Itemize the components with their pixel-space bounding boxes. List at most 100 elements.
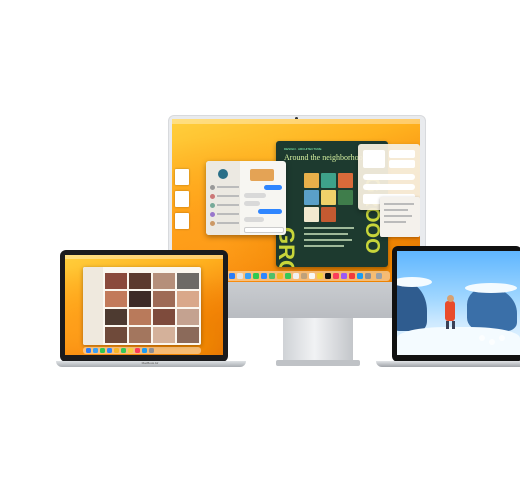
photo-thumbnail[interactable] bbox=[153, 309, 175, 325]
conversation-row[interactable] bbox=[210, 194, 240, 201]
photos-icon[interactable] bbox=[114, 348, 119, 353]
pattern-tile bbox=[321, 207, 336, 222]
news-title: Around the neighborhood bbox=[284, 153, 367, 162]
maps-icon[interactable] bbox=[269, 273, 275, 279]
text-line bbox=[217, 186, 239, 188]
text-line bbox=[384, 221, 406, 223]
photo-thumbnail[interactable] bbox=[105, 327, 127, 343]
stage-thumbnail[interactable] bbox=[175, 191, 189, 207]
settings-window[interactable] bbox=[380, 197, 420, 237]
pattern-tile bbox=[304, 190, 319, 205]
photo-thumbnail[interactable] bbox=[177, 327, 199, 343]
snow-ground bbox=[397, 327, 520, 355]
text-line bbox=[304, 239, 352, 241]
photo-thumbnail[interactable] bbox=[177, 309, 199, 325]
photos-window[interactable] bbox=[83, 267, 201, 345]
music-icon[interactable] bbox=[333, 273, 339, 279]
display-slider[interactable] bbox=[363, 174, 415, 180]
text-line bbox=[304, 227, 354, 229]
hud-button[interactable] bbox=[479, 335, 485, 341]
character-leg bbox=[446, 321, 449, 329]
received-bubble bbox=[244, 201, 260, 206]
photo-thumbnail[interactable] bbox=[177, 291, 199, 307]
sent-bubble bbox=[264, 185, 282, 190]
photo-thumbnail[interactable] bbox=[129, 327, 151, 343]
tv-icon[interactable] bbox=[325, 273, 331, 279]
pattern-tile bbox=[304, 207, 319, 222]
stage-thumbnail[interactable] bbox=[175, 169, 189, 185]
podcasts-icon[interactable] bbox=[341, 273, 347, 279]
contacts-icon[interactable] bbox=[301, 273, 307, 279]
text-line bbox=[217, 195, 239, 197]
pattern-tile bbox=[338, 173, 353, 188]
avatar[interactable] bbox=[218, 169, 228, 179]
photo-thumbnail[interactable] bbox=[129, 291, 151, 307]
safari-icon[interactable] bbox=[245, 273, 251, 279]
text-line bbox=[384, 203, 414, 205]
reminders-icon[interactable] bbox=[309, 273, 315, 279]
text-line bbox=[384, 209, 408, 211]
settings-icon[interactable] bbox=[149, 348, 154, 353]
news-kicker: DESIGN · ARCHITECTURE bbox=[284, 147, 322, 151]
launchpad-icon[interactable] bbox=[237, 273, 243, 279]
photos-icon[interactable] bbox=[277, 273, 283, 279]
mail-icon[interactable] bbox=[261, 273, 267, 279]
text-line bbox=[217, 213, 239, 215]
screen-mirroring-module[interactable] bbox=[389, 160, 415, 168]
avatar bbox=[210, 185, 215, 190]
photo-thumbnail[interactable] bbox=[177, 273, 199, 289]
connectivity-module[interactable] bbox=[363, 150, 385, 168]
avatar bbox=[210, 194, 215, 199]
news-icon[interactable] bbox=[349, 273, 355, 279]
messages-icon[interactable] bbox=[100, 348, 105, 353]
photo-thumbnail[interactable] bbox=[105, 273, 127, 289]
trash-icon[interactable] bbox=[376, 273, 382, 279]
avatar bbox=[210, 221, 215, 226]
photo-thumbnail[interactable] bbox=[153, 291, 175, 307]
pattern-tile bbox=[321, 173, 336, 188]
character-leg bbox=[452, 321, 455, 329]
game-character bbox=[445, 301, 455, 321]
text-line bbox=[304, 245, 344, 247]
finder-icon[interactable] bbox=[229, 273, 235, 279]
conversation-row[interactable] bbox=[210, 212, 240, 219]
received-bubble bbox=[244, 217, 264, 222]
photo-thumbnail[interactable] bbox=[129, 273, 151, 289]
conversation-row[interactable] bbox=[210, 185, 240, 192]
dock bbox=[226, 271, 390, 281]
photo-thumbnail[interactable] bbox=[105, 309, 127, 325]
hud-button[interactable] bbox=[499, 335, 505, 341]
photo-thumbnail[interactable] bbox=[105, 291, 127, 307]
conversation-row[interactable] bbox=[210, 221, 240, 228]
notes-icon[interactable] bbox=[128, 348, 133, 353]
stage-manager-strip bbox=[175, 169, 189, 239]
calendar-icon[interactable] bbox=[293, 273, 299, 279]
safari-icon[interactable] bbox=[93, 348, 98, 353]
app-store-icon[interactable] bbox=[357, 273, 363, 279]
mail-icon[interactable] bbox=[107, 348, 112, 353]
stage-thumbnail[interactable] bbox=[175, 213, 189, 229]
text-line bbox=[217, 204, 239, 206]
photo-attachment[interactable] bbox=[250, 169, 274, 181]
app-store-icon[interactable] bbox=[142, 348, 147, 353]
conversation-row[interactable] bbox=[210, 203, 240, 210]
focus-module[interactable] bbox=[389, 150, 415, 158]
photo-thumbnail[interactable] bbox=[129, 309, 151, 325]
message-input[interactable] bbox=[244, 227, 284, 233]
facetime-icon[interactable] bbox=[285, 273, 291, 279]
finder-icon[interactable] bbox=[86, 348, 91, 353]
avatar bbox=[210, 203, 215, 208]
photo-thumbnail[interactable] bbox=[153, 273, 175, 289]
pattern-tile bbox=[304, 173, 319, 188]
settings-icon[interactable] bbox=[365, 273, 371, 279]
messages-icon[interactable] bbox=[253, 273, 259, 279]
sound-slider[interactable] bbox=[363, 184, 415, 190]
messages-window[interactable] bbox=[206, 161, 286, 235]
music-icon[interactable] bbox=[135, 348, 140, 353]
text-line bbox=[304, 233, 348, 235]
photo-thumbnail[interactable] bbox=[153, 327, 175, 343]
character-head bbox=[447, 295, 454, 302]
notes-icon[interactable] bbox=[317, 273, 323, 279]
facetime-icon[interactable] bbox=[121, 348, 126, 353]
hud-button[interactable] bbox=[489, 339, 495, 345]
